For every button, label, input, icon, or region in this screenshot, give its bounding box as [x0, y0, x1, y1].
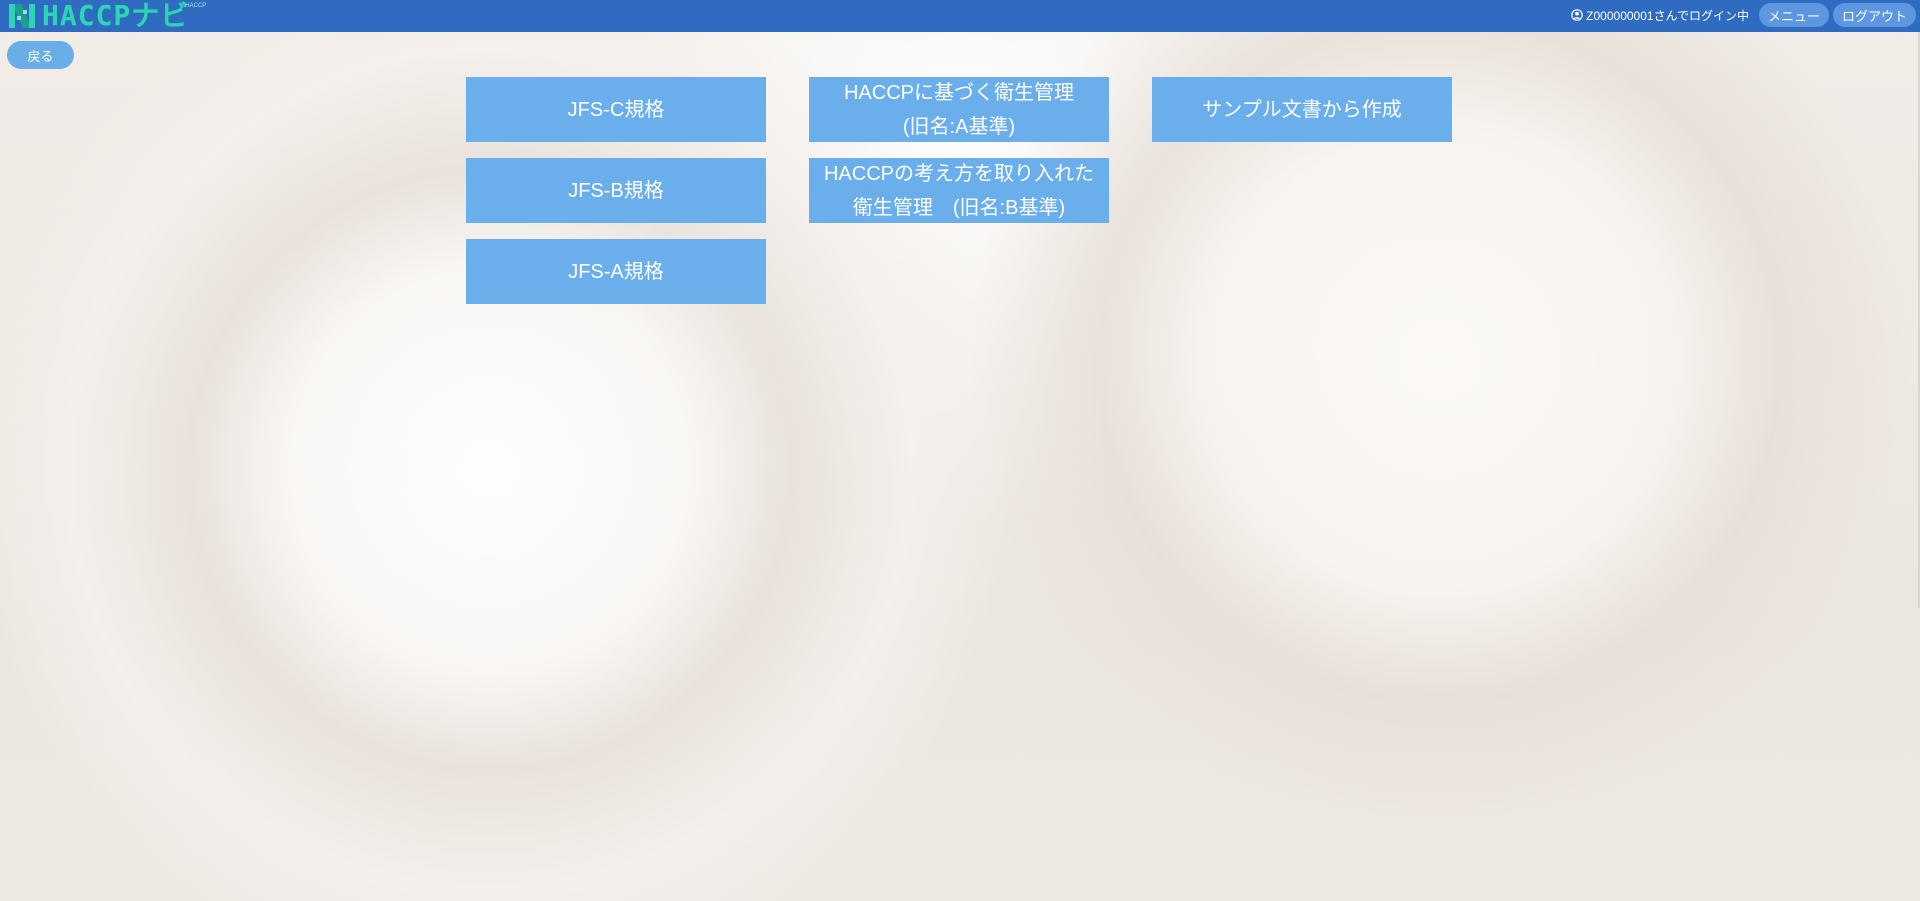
jfs-b-standard-button[interactable]: JFS-B規格 — [466, 158, 766, 223]
button-label-line2: (旧名:A基準) — [902, 115, 1016, 138]
button-label: サンプル文書から作成 — [1202, 98, 1402, 121]
user-circle-icon — [1571, 9, 1583, 21]
menu-button[interactable]: メニュー — [1758, 3, 1829, 27]
button-label-line1: HACCPに基づく衛生管理 — [843, 81, 1074, 104]
login-status: Z000000001さんでログイン中 — [1571, 7, 1749, 24]
button-label: JFS-B規格 — [568, 179, 664, 202]
top-bar: HACCPナビ HACCP Z000000001さんでログイン中 メニュー ログ… — [0, 0, 1920, 32]
logo-superscript: HACCP — [185, 3, 207, 9]
app-logo[interactable]: HACCPナビ HACCP — [8, 1, 206, 31]
back-button[interactable]: 戻る — [7, 41, 74, 69]
logout-button[interactable]: ログアウト — [1832, 3, 1916, 27]
button-label: JFS-C規格 — [567, 98, 665, 121]
login-status-text: Z000000001さんでログイン中 — [1586, 8, 1749, 23]
header-actions: Z000000001さんでログイン中 メニュー ログアウト — [1571, 3, 1916, 27]
button-label-line1: HACCPの考え方を取り入れた — [823, 162, 1094, 185]
jfs-a-standard-button[interactable]: JFS-A規格 — [466, 239, 766, 304]
logo-mark-icon — [9, 4, 35, 28]
button-label: JFS-A規格 — [568, 260, 664, 283]
create-from-sample-button[interactable]: サンプル文書から作成 — [1152, 77, 1452, 142]
logo-text: HACCPナビ — [42, 0, 190, 32]
haccp-approach-hygiene-button[interactable]: HACCPの考え方を取り入れた 衛生管理 (旧名:B基準) — [809, 158, 1109, 223]
jfs-c-standard-button[interactable]: JFS-C規格 — [466, 77, 766, 142]
haccp-based-hygiene-button[interactable]: HACCPに基づく衛生管理 (旧名:A基準) — [809, 77, 1109, 142]
button-label-line2: 衛生管理 (旧名:B基準) — [852, 196, 1066, 219]
